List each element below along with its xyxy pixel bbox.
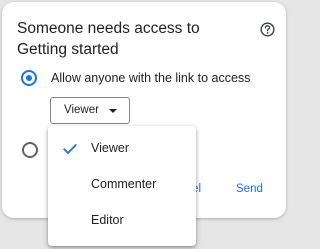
role-menu: Viewer Commenter Editor — [48, 126, 196, 246]
help-icon[interactable] — [260, 22, 275, 37]
allow-link-access-label: Allow anyone with the link to access — [51, 71, 251, 85]
menu-item-editor[interactable]: Editor — [48, 204, 196, 238]
second-option-radio[interactable] — [22, 142, 38, 158]
allow-link-access-radio[interactable] — [21, 70, 37, 86]
send-button[interactable]: Send — [236, 183, 263, 195]
menu-item-label: Viewer — [91, 141, 129, 155]
checkmark-icon — [63, 142, 77, 154]
menu-item-label: Editor — [91, 213, 124, 227]
role-dropdown[interactable]: Viewer — [50, 97, 130, 124]
menu-item-label: Commenter — [91, 177, 157, 191]
menu-item-commenter[interactable]: Commenter — [48, 168, 196, 202]
dialog-title: Someone needs access to Getting started — [17, 20, 200, 58]
menu-item-viewer[interactable]: Viewer — [48, 132, 196, 166]
dropdown-caret-icon — [109, 109, 117, 113]
role-dropdown-value: Viewer — [64, 104, 99, 116]
